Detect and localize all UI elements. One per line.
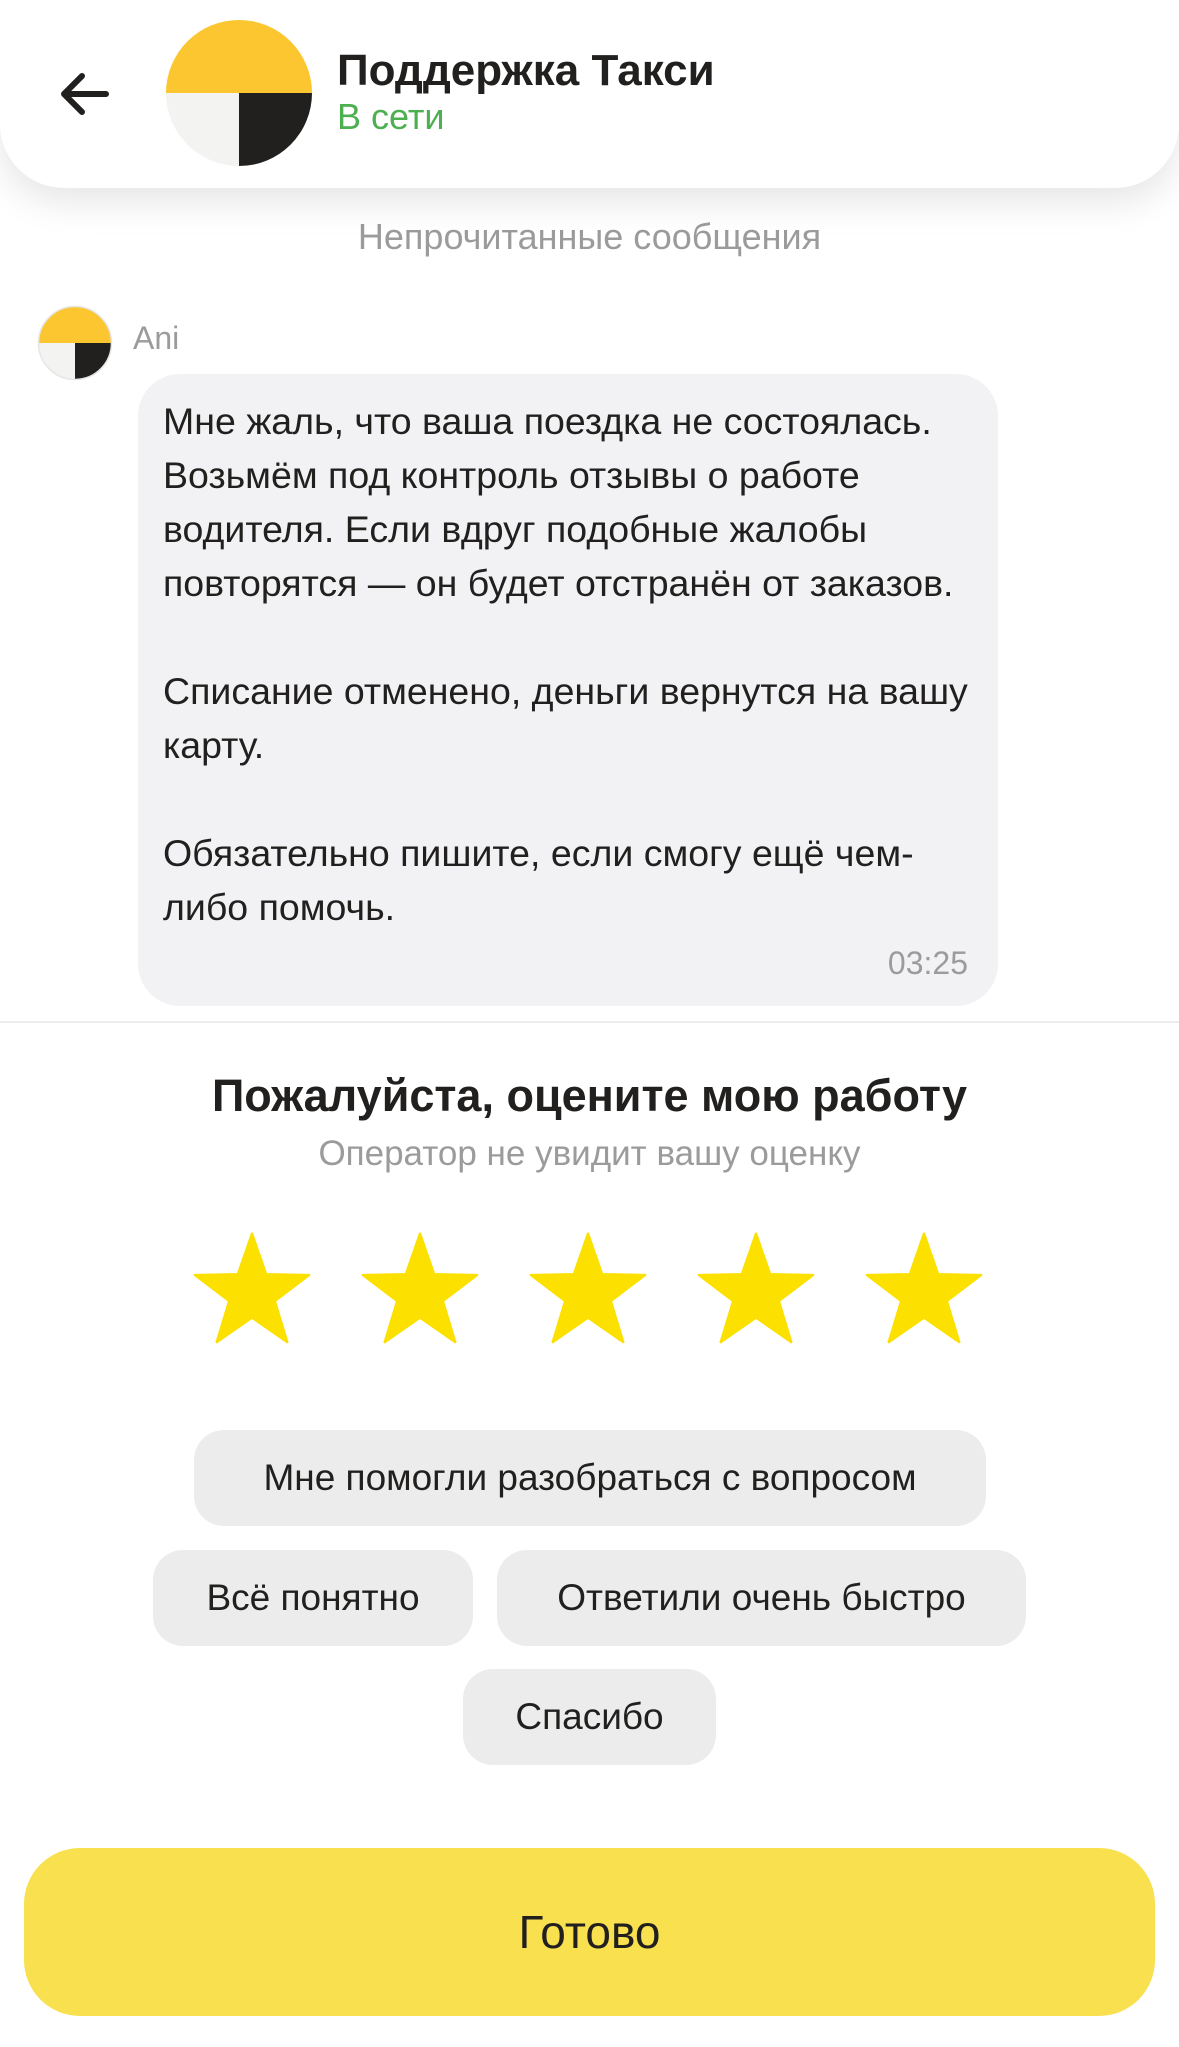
star-icon[interactable] [190,1230,314,1350]
star-icon[interactable] [694,1230,818,1350]
sender-name: Ani [133,320,180,356]
arrow-left-icon [61,73,109,115]
online-status: В сети [337,96,445,137]
divider [0,1021,1179,1023]
unread-messages-label: Непрочитанные сообщения [357,216,822,257]
yandex-taxi-logo-icon [166,20,312,166]
message-text: Мне жаль, что ваша поездка не состоялась… [163,400,968,928]
done-button[interactable]: Готово [24,1848,1155,2016]
operator-avatar [37,305,113,381]
rating-title: Пожалуйста, оцените мою работу [211,1070,968,1121]
chat-header: Поддержка Такси В сети [0,0,1179,188]
back-button[interactable] [46,56,122,132]
chip-all-clear[interactable]: Всё понятно [153,1550,473,1646]
star-rating [190,1230,990,1350]
chip-thanks[interactable]: Спасибо [463,1669,716,1765]
chip-fast-answer[interactable]: Ответили очень быстро [497,1550,1026,1646]
star-icon[interactable] [526,1230,650,1350]
chat-title: Поддержка Такси [337,46,715,95]
chip-helped[interactable]: Мне помогли разобраться с вопросом [194,1430,986,1526]
star-icon[interactable] [358,1230,482,1350]
rating-subtitle: Оператор не увидит вашу оценку [318,1134,861,1173]
message-bubble: Мне жаль, что ваша поездка не состоялась… [138,374,998,1006]
message-time: 03:25 [887,945,968,981]
star-icon[interactable] [862,1230,986,1350]
